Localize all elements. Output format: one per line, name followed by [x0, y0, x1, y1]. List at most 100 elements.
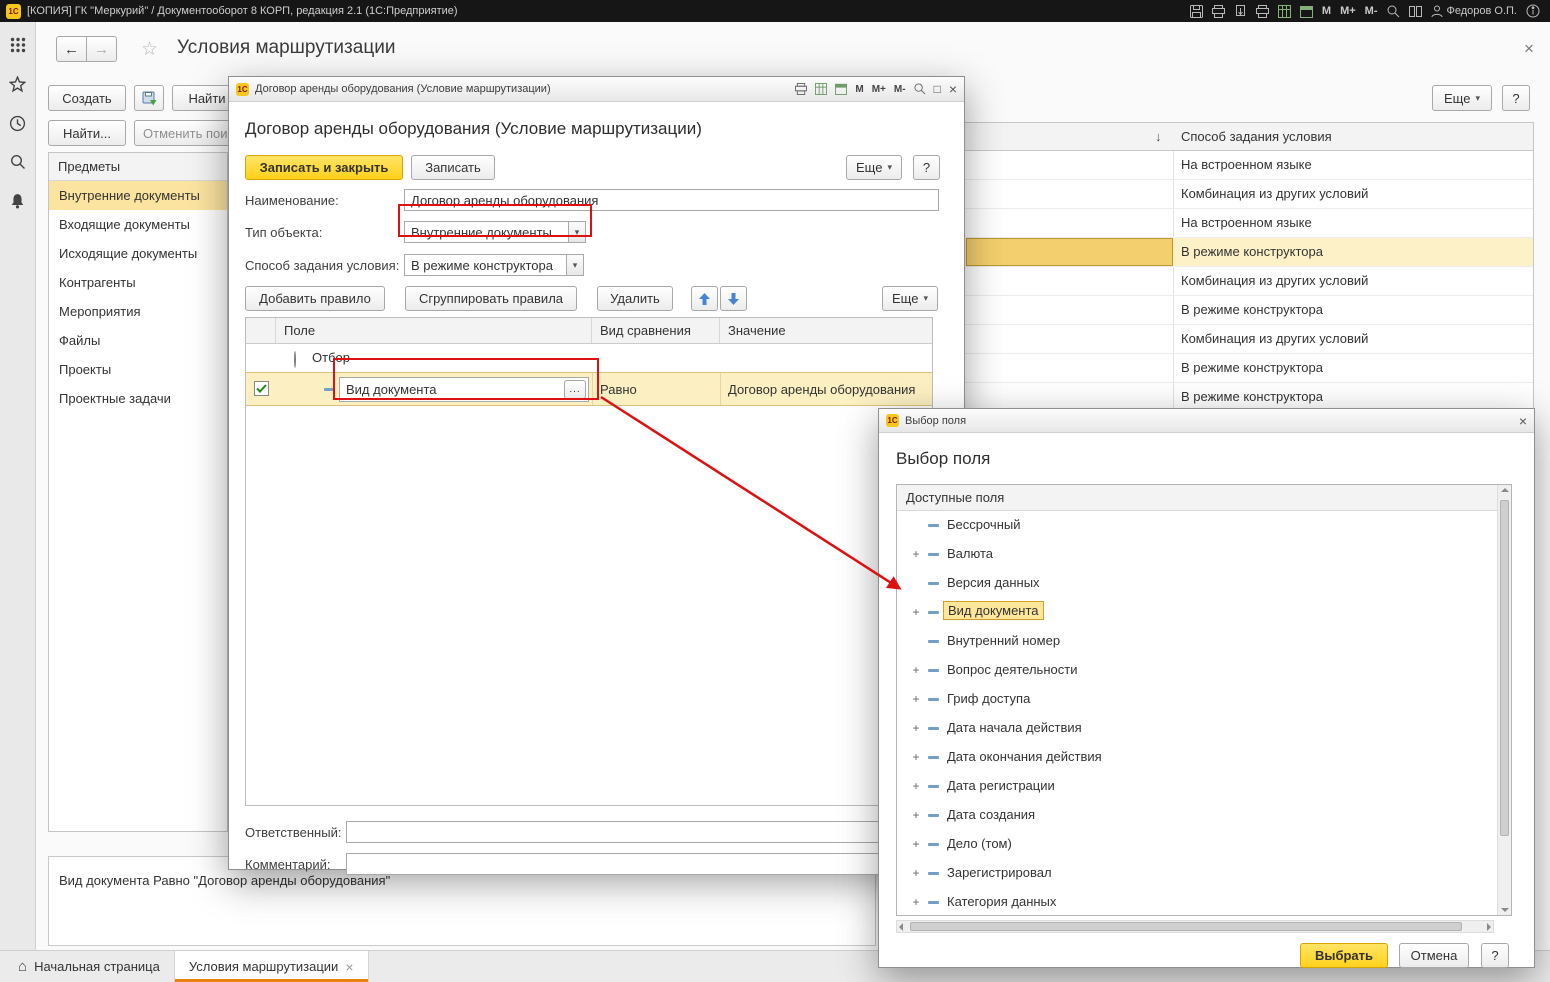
scroll-down-arrow[interactable] [1501, 908, 1509, 912]
sidebar-item-outgoing-documents[interactable]: Исходящие документы [49, 239, 227, 268]
horizontal-scrollbar[interactable] [896, 920, 1494, 933]
dialog-help-button[interactable]: ? [1481, 943, 1509, 968]
vertical-scrollbar[interactable] [1497, 485, 1511, 915]
field-item[interactable]: +Дата создания [897, 801, 1495, 830]
tab-close-icon[interactable]: × [345, 960, 353, 974]
rule-checkbox[interactable] [254, 381, 269, 396]
zoom-icon[interactable] [1387, 5, 1400, 18]
field-item[interactable]: +Дело (том) [897, 830, 1495, 859]
field-item[interactable]: Внутренний номер [897, 627, 1495, 656]
name-input[interactable]: Договор аренды оборудования [404, 189, 939, 211]
notifications-bell-icon[interactable] [5, 188, 31, 214]
rule-group-row[interactable]: Отбор [246, 344, 932, 372]
print-settings-icon[interactable] [1256, 5, 1269, 18]
column-header-field[interactable]: Поле [276, 318, 592, 343]
help-button[interactable]: ? [1502, 85, 1530, 111]
memory-m-button[interactable]: М [855, 84, 863, 95]
group-rules-button[interactable]: Сгруппировать правила [405, 286, 577, 311]
responsible-input[interactable] [346, 821, 881, 843]
sidebar-item-files[interactable]: Файлы [49, 326, 227, 355]
find-dots-button[interactable]: Найти... [48, 120, 126, 146]
save-and-close-button[interactable]: Записать и закрыть [245, 155, 403, 180]
expand-icon[interactable]: + [911, 547, 921, 561]
user-button[interactable]: Федоров О.П. [1431, 5, 1518, 18]
favorites-star-icon[interactable] [5, 71, 31, 97]
sidebar-item-projects[interactable]: Проекты [49, 355, 227, 384]
expand-icon[interactable]: + [911, 895, 921, 909]
expand-icon[interactable]: + [911, 866, 921, 880]
scroll-right-arrow[interactable] [1487, 923, 1491, 931]
cancel-button[interactable]: Отмена [1399, 943, 1469, 968]
spreadsheet-icon[interactable] [1278, 5, 1291, 18]
field-item[interactable]: Бессрочный [897, 511, 1495, 540]
calendar-icon[interactable] [1300, 5, 1313, 18]
object-type-combo[interactable]: Внутренние документы ▾ [404, 221, 586, 243]
chevron-down-icon[interactable]: ▾ [568, 222, 585, 242]
sidebar-item-incoming-documents[interactable]: Входящие документы [49, 210, 227, 239]
expand-icon[interactable]: + [911, 750, 921, 764]
add-rule-button[interactable]: Добавить правило [245, 286, 385, 311]
expand-icon[interactable]: + [911, 663, 921, 677]
spreadsheet-icon[interactable] [815, 83, 827, 95]
move-down-button[interactable] [720, 286, 747, 311]
expand-icon[interactable]: + [911, 837, 921, 851]
favorite-star-icon[interactable]: ☆ [141, 38, 158, 61]
save-settings-button[interactable] [134, 85, 164, 111]
memory-minus-button[interactable]: М- [1365, 5, 1378, 17]
expand-icon[interactable]: + [911, 721, 921, 735]
print-icon[interactable] [1212, 5, 1225, 18]
dialog-condition-titlebar[interactable]: 1С Договор аренды оборудования (Условие … [229, 77, 964, 102]
print-icon[interactable] [795, 83, 807, 95]
scrollbar-thumb[interactable] [1500, 500, 1509, 836]
sidebar-item-events[interactable]: Мероприятия [49, 297, 227, 326]
print-current-icon[interactable] [1234, 5, 1247, 18]
field-item[interactable]: +Зарегистрировал [897, 859, 1495, 888]
search-icon[interactable] [5, 149, 31, 175]
dialog-close-icon[interactable]: × [1519, 414, 1527, 428]
save-button[interactable]: Записать [411, 155, 495, 180]
memory-m-button[interactable]: М [1322, 5, 1331, 17]
panels-icon[interactable] [1409, 5, 1422, 18]
field-item[interactable]: +Вопрос деятельности [897, 656, 1495, 685]
rule-field-input[interactable]: Вид документа ... [339, 377, 589, 402]
rules-more-button[interactable]: Еще▾ [882, 286, 938, 311]
field-item-selected[interactable]: +Вид документа [897, 598, 1495, 627]
sidebar-item-project-tasks[interactable]: Проектные задачи [49, 384, 227, 413]
window-close-button[interactable]: × [1524, 40, 1534, 57]
field-item[interactable]: +Дата начала действия [897, 714, 1495, 743]
field-item[interactable]: +Дата регистрации [897, 772, 1495, 801]
field-item[interactable]: Версия данных [897, 569, 1495, 598]
sidebar-item-counterparties[interactable]: Контрагенты [49, 268, 227, 297]
expand-icon[interactable]: + [911, 692, 921, 706]
info-icon[interactable] [1526, 4, 1540, 18]
column-header-value[interactable]: Значение [720, 318, 932, 343]
memory-plus-button[interactable]: М+ [1340, 5, 1356, 17]
field-item[interactable]: +Гриф доступа [897, 685, 1495, 714]
method-combo[interactable]: В режиме конструктора ▾ [404, 254, 584, 276]
tab-routing-conditions[interactable]: Условия маршрутизации × [174, 951, 369, 982]
field-item[interactable]: +Дата окончания действия [897, 743, 1495, 772]
main-menu-icon[interactable] [5, 32, 31, 58]
sidebar-item-internal-documents[interactable]: Внутренние документы [49, 181, 227, 210]
field-item[interactable]: +Категория данных [897, 888, 1495, 917]
field-item[interactable]: +Валюта [897, 540, 1495, 569]
dialog-close-icon[interactable]: × [949, 82, 957, 96]
move-up-button[interactable] [691, 286, 718, 311]
dialog-more-button[interactable]: Еще▾ [846, 155, 902, 180]
rule-field-select-button[interactable]: ... [564, 380, 586, 399]
expand-icon[interactable]: + [911, 779, 921, 793]
dialog-field-titlebar[interactable]: 1С Выбор поля × [879, 409, 1534, 433]
scroll-left-arrow[interactable] [899, 923, 903, 931]
comment-input[interactable] [346, 853, 881, 875]
memory-plus-button[interactable]: М+ [872, 84, 886, 95]
expand-icon[interactable]: + [911, 605, 921, 619]
forward-button[interactable]: → [86, 36, 117, 62]
rule-row-selected[interactable]: Вид документа ... Равно Договор аренды о… [246, 372, 932, 406]
chevron-down-icon[interactable]: ▾ [566, 255, 583, 275]
select-button[interactable]: Выбрать [1300, 943, 1388, 968]
maximize-icon[interactable]: □ [934, 83, 941, 95]
expand-icon[interactable]: + [911, 808, 921, 822]
memory-minus-button[interactable]: М- [894, 84, 906, 95]
save-icon[interactable] [1190, 5, 1203, 18]
history-clock-icon[interactable] [5, 110, 31, 136]
